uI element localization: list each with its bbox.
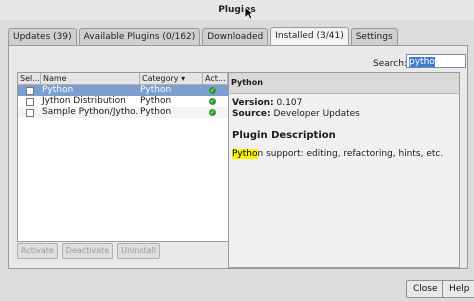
column-header-name[interactable]: Name (41, 73, 140, 84)
search-label: Search: (373, 59, 407, 69)
details-header: Python (229, 73, 459, 94)
active-check-icon: ✓ (209, 98, 216, 105)
description-title: Plugin Description (232, 130, 336, 141)
active-check-icon: ✓ (209, 109, 216, 116)
description-text: n support: editing, refactoring, hints, … (257, 149, 444, 159)
installed-panel: Search: pytho Sel... Name Category ▾ Act… (8, 45, 468, 269)
plugin-details-panel: Python Version: 0.107 Source: Developer … (228, 72, 460, 268)
tab-downloaded[interactable]: Downloaded (202, 28, 269, 45)
plugin-name: Sample Python/Jytho... (42, 107, 138, 117)
tab-settings[interactable]: Settings (350, 28, 398, 45)
tab-installed[interactable]: Installed (3/41) (270, 27, 349, 45)
uninstall-button[interactable]: Uninstall (117, 243, 161, 259)
source-value: Developer Updates (273, 109, 360, 119)
source-line: Source: Developer Updates (232, 109, 456, 120)
column-header-category-label: Category (142, 74, 179, 83)
row-checkbox[interactable] (26, 109, 34, 117)
source-label: Source: (232, 109, 271, 119)
plugin-category: Python (140, 107, 172, 117)
plugin-category: Python (140, 85, 172, 95)
version-label: Version: (232, 98, 274, 108)
details-body: Version: 0.107 Source: Developer Updates… (229, 94, 459, 163)
version-value: 0.107 (276, 98, 303, 108)
column-header-category[interactable]: Category ▾ (140, 73, 203, 84)
plugin-name: Jython Distribution (42, 96, 126, 106)
deactivate-button[interactable]: Deactivate (61, 243, 114, 259)
table-row[interactable]: Python Python ✓ (18, 85, 228, 96)
column-header-select[interactable]: Sel... (18, 73, 41, 84)
plugin-description: Python support: editing, refactoring, hi… (232, 149, 456, 159)
table-row[interactable]: Jython Distribution Python ✓ (18, 96, 228, 107)
tab-available-plugins[interactable]: Available Plugins (0/162) (78, 28, 201, 45)
window-title: Plugins (0, 0, 474, 21)
help-button[interactable]: Help (442, 280, 474, 298)
plugin-category: Python (140, 96, 172, 106)
tab-bar: Updates (39) Available Plugins (0/162) D… (8, 27, 400, 45)
arrow-cursor-icon (244, 6, 254, 20)
plugins-table: Sel... Name Category ▾ Act... Python Pyt… (17, 72, 229, 242)
table-row[interactable]: Sample Python/Jytho... Python ✓ (18, 107, 228, 118)
search-highlight: Pytho (232, 149, 258, 159)
search-input[interactable]: pytho (406, 54, 466, 68)
active-check-icon: ✓ (209, 87, 216, 94)
column-header-active[interactable]: Act... (203, 73, 228, 84)
tab-updates[interactable]: Updates (39) (8, 28, 77, 45)
activate-button[interactable]: Activate (17, 243, 58, 259)
plugin-name: Python (42, 85, 74, 95)
search-input-value: pytho (409, 57, 435, 67)
plugins-window: Updates (39) Available Plugins (0/162) D… (0, 20, 474, 301)
action-buttons: Activate Deactivate Uninstall (17, 243, 164, 259)
table-header: Sel... Name Category ▾ Act... (18, 73, 228, 85)
sort-down-icon: ▾ (181, 74, 186, 83)
version-line: Version: 0.107 (232, 98, 456, 109)
row-checkbox[interactable] (26, 87, 34, 95)
row-checkbox[interactable] (26, 98, 34, 106)
close-button[interactable]: Close (406, 280, 445, 298)
